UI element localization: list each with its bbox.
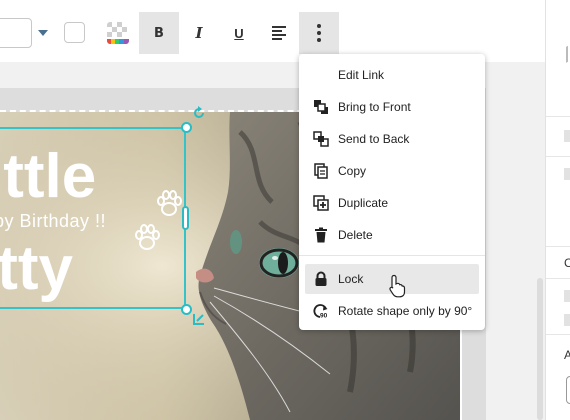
- menu-item-label: Send to Back: [338, 132, 410, 146]
- underline-label: U: [234, 25, 244, 41]
- panel-field[interactable]: [564, 130, 570, 142]
- menu-item-rotate-90[interactable]: 90 Rotate shape only by 90°: [305, 296, 479, 326]
- selection-box: [0, 127, 186, 309]
- copy-icon: [313, 163, 329, 179]
- canvas-scrollbar[interactable]: [537, 278, 543, 420]
- bold-label: B: [154, 25, 164, 41]
- lock-icon: [313, 271, 329, 287]
- panel-divider: [546, 156, 570, 157]
- panel-field[interactable]: [564, 168, 570, 180]
- resize-handle-right[interactable]: [182, 206, 189, 230]
- menu-item-edit-link[interactable]: Edit Link: [305, 60, 479, 90]
- blank-icon: [313, 67, 329, 83]
- font-size-field[interactable]: [0, 18, 32, 48]
- align-left-icon: [272, 26, 286, 40]
- text-color-swatch[interactable]: [64, 22, 85, 43]
- rotate-handle-icon[interactable]: [192, 106, 206, 120]
- menu-item-duplicate[interactable]: Duplicate: [305, 188, 479, 218]
- panel-section-label: A: [564, 348, 570, 362]
- menu-item-delete[interactable]: Delete: [305, 220, 479, 250]
- bring-front-icon: [313, 99, 329, 115]
- menu-item-send-to-back[interactable]: Send to Back: [305, 124, 479, 154]
- menu-item-label: Edit Link: [338, 68, 385, 82]
- menu-item-label: Duplicate: [338, 196, 389, 210]
- rotate-badge-text: 90: [320, 313, 328, 320]
- resize-handle-top-right[interactable]: [181, 122, 192, 133]
- panel-field[interactable]: [564, 314, 570, 326]
- rotate-90-icon: 90: [313, 303, 329, 320]
- send-back-icon: [313, 131, 329, 147]
- bold-button[interactable]: B: [139, 12, 179, 54]
- panel-divider: [546, 246, 570, 247]
- underline-button[interactable]: U: [219, 12, 259, 54]
- menu-item-label: Bring to Front: [338, 100, 411, 114]
- align-button[interactable]: [259, 12, 299, 54]
- italic-button[interactable]: I: [179, 12, 219, 54]
- transparency-color-icon[interactable]: [107, 22, 129, 44]
- trash-icon: [313, 227, 329, 243]
- menu-item-label: Lock: [338, 272, 364, 286]
- vertical-dots-icon: [317, 24, 321, 42]
- panel-input[interactable]: [566, 376, 570, 404]
- scale-corner-icon[interactable]: [192, 312, 206, 326]
- panel-section-label: C: [564, 256, 570, 270]
- properties-panel: C A: [545, 0, 570, 420]
- more-options-button[interactable]: [299, 12, 339, 54]
- italic-label: I: [195, 24, 203, 42]
- panel-divider: [546, 278, 570, 279]
- panel-arrow-icon: [566, 41, 570, 63]
- menu-item-label: Rotate shape only by 90°: [338, 304, 473, 318]
- panel-divider: [546, 116, 570, 117]
- resize-handle-bottom-right[interactable]: [181, 304, 192, 315]
- menu-divider: [299, 255, 485, 256]
- dropdown-caret-icon[interactable]: [38, 30, 48, 36]
- menu-item-copy[interactable]: Copy: [305, 156, 479, 186]
- menu-item-bring-to-front[interactable]: Bring to Front: [305, 92, 479, 122]
- panel-field[interactable]: [564, 290, 570, 302]
- hand-cursor-icon: [389, 274, 406, 298]
- menu-item-label: Delete: [338, 228, 373, 242]
- panel-divider: [546, 334, 570, 335]
- menu-item-label: Copy: [338, 164, 367, 178]
- duplicate-icon: [313, 195, 329, 211]
